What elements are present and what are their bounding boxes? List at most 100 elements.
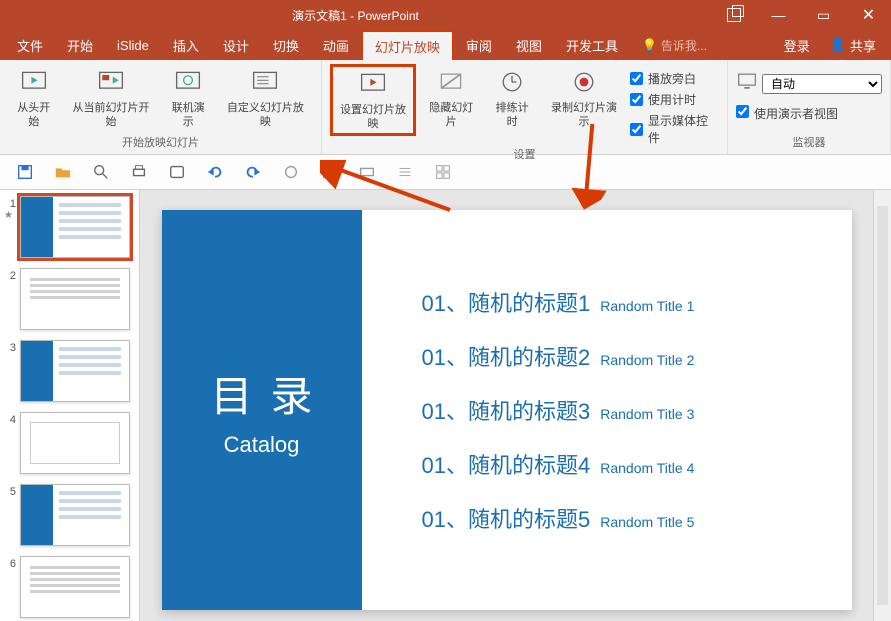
play-narration-checkbox[interactable]: [630, 72, 643, 85]
slide-item: 01、随机的标题2 Random Title 2: [422, 340, 852, 372]
tab-animation[interactable]: 动画: [311, 30, 361, 60]
thumb-slide-5[interactable]: [20, 484, 130, 546]
close-button[interactable]: ✕: [846, 0, 891, 30]
slide-item-zh: 01、随机的标题2: [422, 340, 591, 372]
tab-view[interactable]: 视图: [504, 30, 554, 60]
tab-insert[interactable]: 插入: [161, 30, 211, 60]
setup-show-button[interactable]: 设置幻灯片放映: [330, 64, 416, 136]
menu-bar: 文件 开始 iSlide 插入 设计 切换 动画 幻灯片放映 审阅 视图 开发工…: [0, 30, 891, 60]
hide-slide-button[interactable]: 隐藏幻灯片: [420, 64, 482, 132]
open-button[interactable]: [54, 163, 72, 181]
from-current-label: 从当前幻灯片开始: [67, 101, 154, 130]
redo-button[interactable]: [244, 163, 262, 181]
slide-item-en: Random Title 5: [600, 514, 694, 530]
record-icon: [568, 66, 600, 98]
custom-show-icon: [249, 66, 281, 98]
thumb-slide-1[interactable]: [20, 196, 130, 258]
save-button[interactable]: [16, 163, 34, 181]
ribbon-options-icon[interactable]: [711, 0, 756, 30]
tab-slideshow[interactable]: 幻灯片放映: [361, 30, 454, 60]
use-presenter-checkbox[interactable]: [736, 105, 749, 118]
use-presenter-check[interactable]: 使用演示者视图: [736, 105, 882, 122]
qat-btn-e[interactable]: [434, 163, 452, 181]
slide-item-en: Random Title 2: [600, 352, 694, 368]
thumb-slide-3[interactable]: [20, 340, 130, 402]
rehearse-button[interactable]: 排练计时: [486, 64, 538, 132]
login-button[interactable]: 登录: [774, 36, 820, 55]
slide-item: 01、随机的标题4 Random Title 4: [422, 448, 852, 480]
present-online-button[interactable]: 联机演示: [162, 64, 213, 132]
touch-button[interactable]: [168, 163, 186, 181]
hide-slide-label: 隐藏幻灯片: [424, 101, 478, 130]
maximize-button[interactable]: ▭: [801, 0, 846, 30]
use-timings-label: 使用计时: [648, 91, 696, 108]
setup-show-icon: [357, 68, 389, 100]
slide-title-en: Catalog: [224, 432, 300, 458]
hide-slide-icon: [435, 66, 467, 98]
slide-item-zh: 01、随机的标题1: [422, 286, 591, 318]
thumb-slide-6[interactable]: [20, 556, 130, 618]
tab-design[interactable]: 设计: [211, 30, 261, 60]
use-timings-checkbox[interactable]: [630, 93, 643, 106]
tab-file[interactable]: 文件: [5, 30, 55, 60]
use-presenter-label: 使用演示者视图: [754, 105, 838, 122]
tab-review[interactable]: 审阅: [454, 30, 504, 60]
print-button[interactable]: [130, 163, 148, 181]
slide-canvas[interactable]: 目录 Catalog 01、随机的标题1Random Title 1 01、随机…: [140, 190, 873, 621]
record-button[interactable]: 录制幻灯片演示: [542, 64, 626, 132]
use-timings-check[interactable]: 使用计时: [630, 91, 719, 108]
thumb-number: 5: [4, 484, 16, 498]
tab-home[interactable]: 开始: [55, 30, 105, 60]
thumb-slide-2[interactable]: [20, 268, 130, 330]
qat-btn-b[interactable]: [320, 163, 338, 181]
show-media-check[interactable]: 显示媒体控件: [630, 112, 719, 146]
slide-title-zh: 目录: [192, 363, 330, 424]
tab-transition[interactable]: 切换: [261, 30, 311, 60]
slide-item-en: Random Title 3: [600, 406, 694, 422]
custom-show-label: 自定义幻灯片放映: [222, 101, 309, 130]
thumbnail-panel[interactable]: 1 ★ 2 3 4 5 6: [0, 190, 140, 621]
tell-me-input[interactable]: 💡 告诉我...: [630, 30, 719, 60]
setup-checks: 播放旁白 使用计时 显示媒体控件: [630, 64, 719, 146]
from-current-button[interactable]: 从当前幻灯片开始: [63, 64, 158, 132]
vertical-scrollbar[interactable]: [873, 190, 891, 621]
qat-btn-a[interactable]: [282, 163, 300, 181]
animation-star-icon: ★: [4, 210, 16, 221]
share-label: 共享: [850, 36, 876, 55]
thumb-number: 1: [4, 196, 16, 210]
custom-show-button[interactable]: 自定义幻灯片放映: [218, 64, 313, 132]
slide-item: 01、随机的标题3Random Title 3: [422, 394, 852, 426]
slide-item-zh: 01、随机的标题4: [422, 448, 591, 480]
slide-left-panel: 目录 Catalog: [162, 210, 362, 610]
ribbon: 从头开始 从当前幻灯片开始 联机演示 自定义幻灯片放映 开始放映幻灯片 设置幻灯…: [0, 60, 891, 155]
slide-item: 01、随机的标题1Random Title 1: [422, 286, 852, 318]
group-setup-label: 设置: [330, 146, 719, 164]
monitor-select[interactable]: 自动: [762, 74, 882, 94]
share-button[interactable]: 👤 共享: [820, 36, 886, 55]
find-button[interactable]: [92, 163, 110, 181]
slide-item-en: Random Title 4: [600, 460, 694, 476]
monitor-icon: [736, 70, 758, 97]
show-media-label: 显示媒体控件: [648, 112, 719, 146]
tell-me-label: 告诉我...: [661, 37, 707, 54]
play-narration-check[interactable]: 播放旁白: [630, 70, 719, 87]
workspace: 1 ★ 2 3 4 5 6 目录 Catalog 01、随机的标题1Random…: [0, 190, 891, 621]
current-slide[interactable]: 目录 Catalog 01、随机的标题1Random Title 1 01、随机…: [162, 210, 852, 610]
rehearse-icon: [496, 66, 528, 98]
qat-btn-c[interactable]: [358, 163, 376, 181]
thumb-number: 4: [4, 412, 16, 426]
show-media-checkbox[interactable]: [630, 123, 643, 136]
thumb-slide-4[interactable]: [20, 412, 130, 474]
undo-button[interactable]: [206, 163, 224, 181]
thumb-number: 6: [4, 556, 16, 570]
slide-item: 01、随机的标题5Random Title 5: [422, 502, 852, 534]
minimize-button[interactable]: —: [756, 0, 801, 30]
group-start-label: 开始放映幻灯片: [8, 134, 313, 152]
from-start-button[interactable]: 从头开始: [8, 64, 59, 132]
tab-develop[interactable]: 开发工具: [554, 30, 630, 60]
tab-islide[interactable]: iSlide: [105, 30, 161, 60]
qat-btn-d[interactable]: [396, 163, 414, 181]
slide-right-panel: 01、随机的标题1Random Title 1 01、随机的标题2 Random …: [362, 210, 852, 610]
play-from-start-icon: [18, 66, 50, 98]
title-bar: 演示文稿1 - PowerPoint — ▭ ✕: [0, 0, 891, 30]
